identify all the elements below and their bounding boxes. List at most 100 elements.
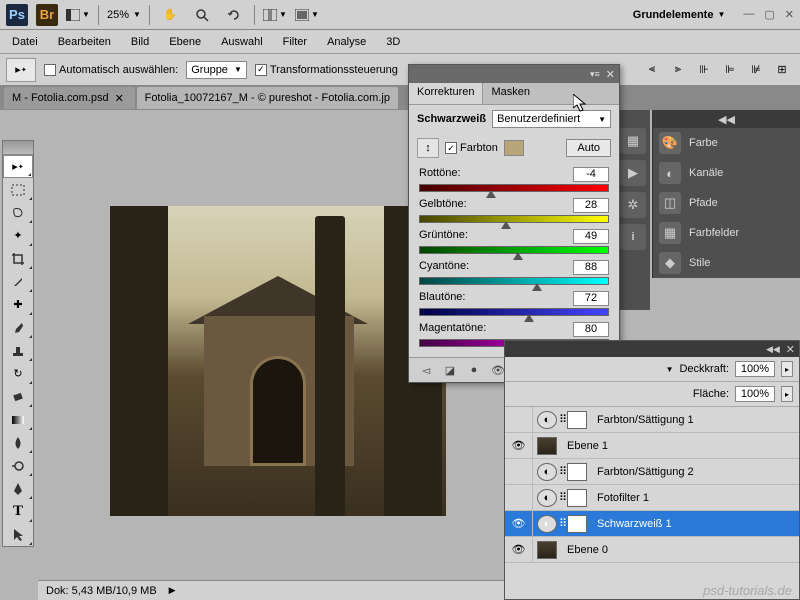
align-buttons[interactable]: ⫷ ⫸ ⊪ ⊫ ⊯ ⊞ (640, 59, 794, 81)
visibility-toggle[interactable]: 👁 (505, 511, 533, 536)
type-tool[interactable]: T (3, 500, 33, 523)
greens-value[interactable]: 49 (573, 229, 609, 244)
layer-name[interactable]: Ebene 1 (561, 440, 608, 452)
tint-checkbox[interactable]: ✓Farbton (445, 142, 498, 154)
align-right-icon[interactable]: ⊪ (692, 59, 716, 81)
gradient-tool[interactable] (3, 408, 33, 431)
target-adjust-icon[interactable]: ↕ (417, 138, 439, 158)
visibility-toggle[interactable] (505, 485, 533, 510)
distribute2-icon[interactable]: ⊯ (744, 59, 768, 81)
rotate-view-icon[interactable] (222, 4, 246, 26)
tools-grip[interactable] (3, 141, 33, 155)
layer-name[interactable]: Schwarzweiß 1 (591, 518, 672, 530)
doc-tab-2[interactable]: Fotolia_10072167_M - © pureshot - Fotoli… (137, 87, 398, 109)
channels-panel-button[interactable]: ◐Kanäle (653, 158, 800, 188)
hand-tool-icon[interactable]: ✋ (158, 4, 182, 26)
auto-button[interactable]: Auto (566, 139, 611, 157)
distribute-icon[interactable]: ⊫ (718, 59, 742, 81)
path-select-tool[interactable] (3, 523, 33, 546)
menu-analysis[interactable]: Analyse (317, 33, 376, 51)
fill-value[interactable]: 100% (735, 386, 775, 402)
color-panel-button[interactable]: 🎨Farbe (653, 128, 800, 158)
history-brush-tool[interactable]: ↻ (3, 362, 33, 385)
blues-slider[interactable] (419, 308, 609, 318)
stamp-tool[interactable] (3, 339, 33, 362)
close-icon[interactable]: ✕ (785, 8, 794, 21)
zoom-tool-icon[interactable] (190, 4, 214, 26)
layer-row[interactable]: 👁 Ebene 0 (505, 537, 799, 563)
status-arrow-icon[interactable]: ▶ (169, 585, 176, 596)
visibility-toggle[interactable]: 👁 (505, 537, 533, 562)
layer-name[interactable]: Fotofilter 1 (591, 492, 649, 504)
layout-icon[interactable]: ▼ (66, 4, 90, 26)
eyedropper-tool[interactable] (3, 270, 33, 293)
menu-layer[interactable]: Ebene (159, 33, 211, 51)
clip-icon[interactable]: ● (465, 362, 483, 378)
screen-mode-icon[interactable]: ▼ (295, 4, 319, 26)
tab-corrections[interactable]: Korrekturen (409, 83, 483, 104)
greens-slider[interactable] (419, 246, 609, 256)
back-icon[interactable]: ◅ (417, 362, 435, 378)
visibility-toggle[interactable] (505, 459, 533, 484)
tab-masks[interactable]: Masken (483, 83, 538, 104)
auto-select-type[interactable]: Gruppe▼ (186, 61, 247, 79)
layer-row-selected[interactable]: 👁 ◐⠿ Schwarzweiß 1 (505, 511, 799, 537)
visibility-toggle[interactable]: 👁 (505, 433, 533, 458)
reds-slider[interactable] (419, 184, 609, 194)
align-left-icon[interactable]: ⫷ (640, 59, 664, 81)
workspace-switcher[interactable]: Grundelemente▼ (633, 9, 726, 21)
pen-tool[interactable] (3, 477, 33, 500)
tint-color-swatch[interactable] (504, 140, 524, 156)
preset-select[interactable]: Benutzerdefiniert▼ (492, 110, 611, 128)
history-panel-icon[interactable]: ▦ (620, 128, 646, 154)
panel-close-icon[interactable]: ✕ (606, 68, 615, 81)
layer-row[interactable]: ◐⠿ Farbton/Sättigung 1 (505, 407, 799, 433)
layer-name[interactable]: Farbton/Sättigung 2 (591, 466, 694, 478)
zoom-select[interactable]: 25%▼ (107, 9, 141, 21)
dock-collapse-icon[interactable]: ◀◀ (653, 110, 800, 128)
info-panel-icon[interactable]: i (620, 224, 646, 250)
marquee-tool[interactable] (3, 178, 33, 201)
crop-tool[interactable] (3, 247, 33, 270)
bridge-logo[interactable]: Br (36, 4, 58, 26)
fill-scrub-icon[interactable]: ▸ (781, 386, 793, 402)
healing-tool[interactable]: ✚ (3, 293, 33, 316)
dodge-tool[interactable] (3, 454, 33, 477)
styles-panel-button[interactable]: ◆Stile (653, 248, 800, 278)
move-tool[interactable]: ▸✦ (3, 155, 33, 178)
lasso-tool[interactable] (3, 201, 33, 224)
yellows-slider[interactable] (419, 215, 609, 225)
cyans-value[interactable]: 88 (573, 260, 609, 275)
menu-file[interactable]: Datei (2, 33, 48, 51)
menu-3d[interactable]: 3D (376, 33, 410, 51)
yellows-value[interactable]: 28 (573, 198, 609, 213)
layer-row[interactable]: ◐⠿ Farbton/Sättigung 2 (505, 459, 799, 485)
magentas-value[interactable]: 80 (573, 322, 609, 337)
menu-filter[interactable]: Filter (273, 33, 317, 51)
arrange-icon[interactable]: ▼ (263, 4, 287, 26)
opacity-scrub-icon[interactable]: ▸ (781, 361, 793, 377)
visibility-toggle[interactable] (505, 407, 533, 432)
actions-panel-icon[interactable]: ▶ (620, 160, 646, 186)
auto-align-icon[interactable]: ⊞ (770, 59, 794, 81)
panel-titlebar[interactable]: ▾≡ ✕ (409, 65, 619, 83)
menu-image[interactable]: Bild (121, 33, 159, 51)
blur-tool[interactable] (3, 431, 33, 454)
swatches-panel-button[interactable]: ▦Farbfelder (653, 218, 800, 248)
align-center-h-icon[interactable]: ⫸ (666, 59, 690, 81)
navigator-panel-icon[interactable]: ✲ (620, 192, 646, 218)
blues-value[interactable]: 72 (573, 291, 609, 306)
layer-row[interactable]: 👁 Ebene 1 (505, 433, 799, 459)
panel-menu-icon[interactable]: ▾≡ (590, 69, 600, 80)
layer-name[interactable]: Farbton/Sättigung 1 (591, 414, 694, 426)
reds-value[interactable]: -4 (573, 167, 609, 182)
panel-close-icon[interactable]: ✕ (786, 343, 795, 356)
close-icon[interactable]: ✕ (115, 92, 127, 105)
paths-panel-button[interactable]: ◫Pfade (653, 188, 800, 218)
auto-select-checkbox[interactable]: Automatisch auswählen: (44, 64, 178, 76)
menu-select[interactable]: Auswahl (211, 33, 273, 51)
opacity-value[interactable]: 100% (735, 361, 775, 377)
maximize-icon[interactable]: ▢ (764, 8, 774, 21)
layer-row[interactable]: ◐⠿ Fotofilter 1 (505, 485, 799, 511)
doc-tab-1[interactable]: M - Fotolia.com.psd✕ (4, 87, 135, 109)
